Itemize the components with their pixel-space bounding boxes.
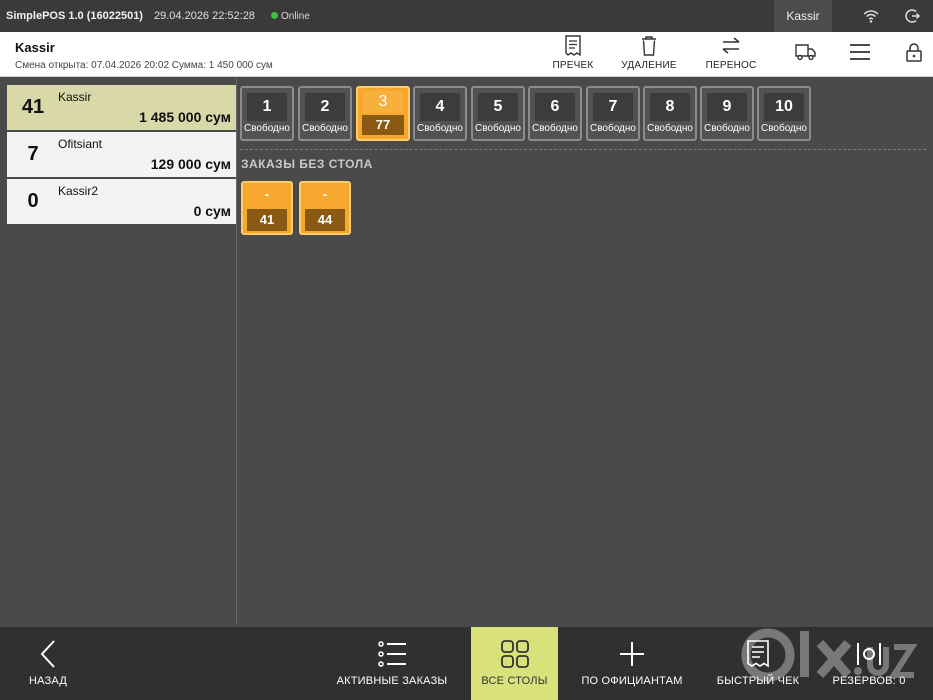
table-status: Свободно <box>590 123 636 134</box>
by-waiters-label: ПО ОФИЦИАНТАМ <box>581 675 683 687</box>
waiter-name: Kassir2 <box>58 184 99 198</box>
back-label: НАЗАД <box>29 675 67 687</box>
delete-label: УДАЛЕНИЕ <box>621 60 677 71</box>
waiter-item-kassir2[interactable]: 0 Kassir2 0 сум <box>7 179 236 224</box>
table-tile[interactable]: 7 Свободно <box>586 86 640 141</box>
table-number: 4 <box>420 93 460 121</box>
all-tables-button[interactable]: ВСЕ СТОЛЫ <box>471 627 558 700</box>
precheck-label: ПРЕЧЕК <box>552 60 594 71</box>
quick-check-label: БЫСТРЫЙ ЧЕК <box>716 675 800 687</box>
header-bar: Kassir Смена открыта: 07.04.2026 20:02 С… <box>0 32 933 77</box>
table-tile[interactable]: 1 Свободно <box>240 86 294 141</box>
online-dot-icon <box>271 12 278 19</box>
table-status: Свободно <box>647 123 693 134</box>
logout-icon[interactable] <box>904 8 922 24</box>
transfer-icon <box>722 37 740 54</box>
table-order-number: 77 <box>362 115 404 135</box>
table-number: 10 <box>764 93 804 121</box>
chevron-left-icon <box>40 640 55 668</box>
connection-status-label: Online <box>281 11 310 22</box>
table-status: Свободно <box>302 123 348 134</box>
order-tile[interactable]: - 44 <box>299 181 351 235</box>
order-table: - <box>264 186 270 202</box>
table-number: 6 <box>535 93 575 121</box>
table-number: 2 <box>305 93 345 121</box>
reserves-label: РЕЗЕРВОВ: 0 <box>832 675 906 687</box>
waiter-order-count: 0 <box>27 190 39 212</box>
current-datetime: 29.04.2026 22:52:28 <box>154 10 255 22</box>
transfer-button[interactable]: ПЕРЕНОС <box>702 35 760 75</box>
reserve-icon <box>857 643 881 665</box>
order-number: 44 <box>305 209 345 231</box>
table-number: 3 <box>363 91 403 113</box>
back-button[interactable]: НАЗАД <box>18 627 78 700</box>
receipt-icon <box>747 640 769 668</box>
table-number: 5 <box>478 93 518 121</box>
title-bar: SimplePOS 1.0 (16022501) 29.04.2026 22:5… <box>0 0 933 32</box>
active-orders-label: АКТИВНЫЕ ЗАКАЗЫ <box>336 675 448 687</box>
quick-check-button[interactable]: БЫСТРЫЙ ЧЕК <box>712 627 804 700</box>
table-status: Свободно <box>761 123 807 134</box>
table-tile[interactable]: 2 Свободно <box>298 86 352 141</box>
waiter-name: Kassir <box>58 90 92 104</box>
waiters-panel: 41 Kassir 1 485 000 сум 7 Ofitsiant 129 … <box>0 78 237 623</box>
no-table-orders-heading: ЗАКАЗЫ БЕЗ СТОЛА <box>241 157 373 171</box>
table-number: 8 <box>650 93 690 121</box>
order-number: 41 <box>247 209 287 231</box>
table-tile[interactable]: 6 Свободно <box>528 86 582 141</box>
transfer-label: ПЕРЕНОС <box>705 60 757 71</box>
wifi-icon <box>863 10 879 23</box>
order-tile[interactable]: - 41 <box>241 181 293 235</box>
waiter-sum: 129 000 сум <box>150 156 231 172</box>
current-user[interactable]: Kassir <box>774 0 832 32</box>
active-orders-button[interactable]: АКТИВНЫЕ ЗАКАЗЫ <box>333 627 451 700</box>
delete-button[interactable]: УДАЛЕНИЕ <box>617 35 681 75</box>
connection-status: Online <box>271 11 310 22</box>
grid-icon <box>500 640 529 668</box>
table-tile[interactable]: 9 Свободно <box>700 86 754 141</box>
waiter-order-count: 7 <box>27 143 39 165</box>
table-status: Свободно <box>244 123 290 134</box>
table-status: Свободно <box>417 123 463 134</box>
table-status: Свободно <box>475 123 521 134</box>
lock-icon[interactable] <box>905 42 923 62</box>
waiter-item-ofitsiant[interactable]: 7 Ofitsiant 129 000 сум <box>7 132 236 177</box>
table-tile-busy[interactable]: 3 77 <box>356 86 410 141</box>
table-number: 7 <box>593 93 633 121</box>
receipt-icon <box>565 35 581 57</box>
all-tables-label: ВСЕ СТОЛЫ <box>481 675 548 687</box>
list-icon <box>378 641 406 667</box>
plus-icon <box>620 642 644 666</box>
bottom-nav-bar: НАЗАД АКТИВНЫЕ ЗАКАЗЫ ВСЕ СТОЛЫ ПО ОФИЦИ… <box>0 627 933 700</box>
waiter-order-count: 41 <box>21 96 45 118</box>
app-title: SimplePOS 1.0 (16022501) <box>6 10 143 22</box>
table-status: Свободно <box>704 123 750 134</box>
precheck-button[interactable]: ПРЕЧЕК <box>549 35 597 75</box>
waiter-sum: 0 сум <box>193 203 231 219</box>
table-tile[interactable]: 4 Свободно <box>413 86 467 141</box>
order-table: - <box>322 186 328 202</box>
page-title: Kassir <box>15 40 55 55</box>
table-number: 1 <box>247 93 287 121</box>
reserves-button[interactable]: РЕЗЕРВОВ: 0 <box>828 627 910 700</box>
waiter-name: Ofitsiant <box>58 137 103 151</box>
by-waiters-button[interactable]: ПО ОФИЦИАНТАМ <box>578 627 686 700</box>
table-tile[interactable]: 10 Свободно <box>757 86 811 141</box>
menu-icon[interactable] <box>849 42 871 62</box>
waiter-item-kassir[interactable]: 41 Kassir 1 485 000 сум <box>7 85 236 130</box>
table-tile[interactable]: 5 Свободно <box>471 86 525 141</box>
waiter-sum: 1 485 000 сум <box>139 109 231 125</box>
trash-icon <box>642 36 656 56</box>
section-divider <box>240 149 926 150</box>
table-status: Свободно <box>532 123 578 134</box>
shift-info: Смена открыта: 07.04.2026 20:02 Сумма: 1… <box>15 60 273 71</box>
table-number: 9 <box>707 93 747 121</box>
table-tile[interactable]: 8 Свободно <box>643 86 697 141</box>
delivery-truck-icon[interactable] <box>795 42 817 62</box>
